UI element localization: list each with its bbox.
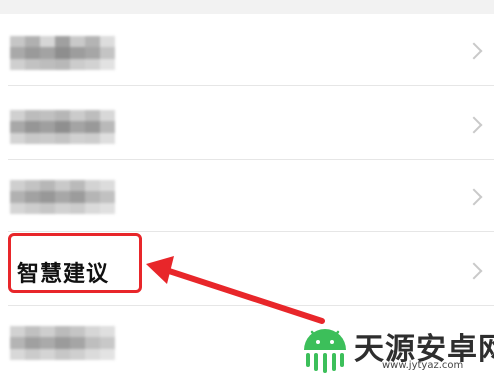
android-logo-icon <box>304 329 346 373</box>
row-divider <box>8 231 494 232</box>
settings-screen: 智慧建议 天源安卓网 www.jytyaz.com <box>0 0 494 376</box>
chevron-right-icon <box>465 188 483 206</box>
redacted-label <box>10 36 115 70</box>
chevron-right-icon <box>465 42 483 60</box>
chevron-right-icon <box>465 262 483 280</box>
redacted-label <box>10 326 115 360</box>
redacted-label <box>10 180 115 214</box>
settings-row-redacted-3[interactable] <box>0 160 494 232</box>
highlight-box <box>8 233 142 293</box>
row-divider <box>8 85 494 86</box>
redacted-label <box>10 110 115 144</box>
watermark-url: www.jytyaz.com <box>382 360 464 371</box>
top-spacer <box>0 0 494 14</box>
watermark: 天源安卓网 www.jytyaz.com <box>296 318 494 376</box>
settings-row-redacted-2[interactable] <box>0 88 494 160</box>
settings-row-redacted-1[interactable] <box>0 14 494 86</box>
chevron-right-icon <box>465 116 483 134</box>
